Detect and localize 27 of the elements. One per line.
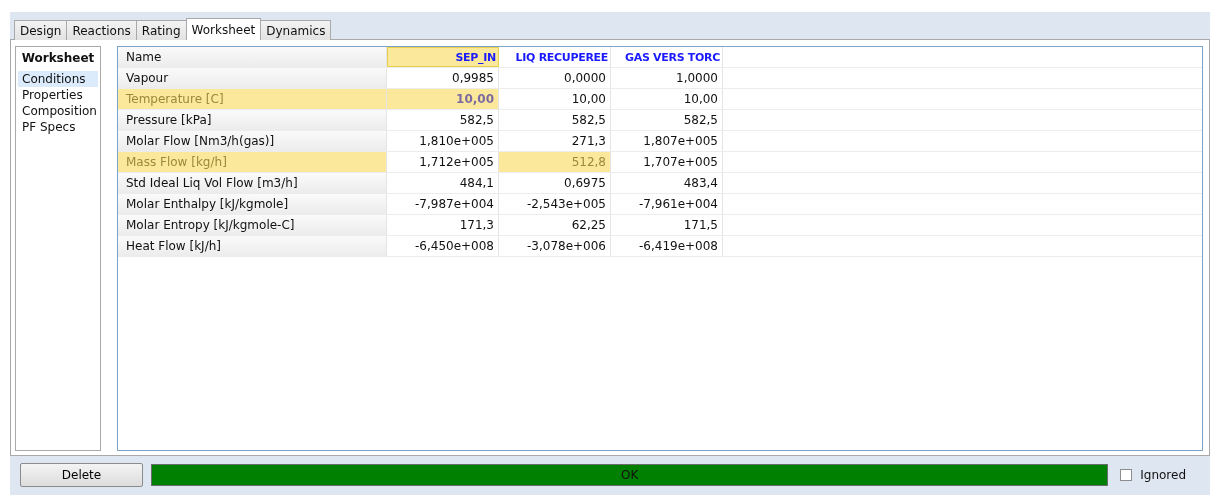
row-label: Molar Entropy [kJ/kgmole-C] <box>118 215 387 235</box>
row-label: Mass Flow [kg/h] <box>118 152 387 172</box>
checkbox-label: Ignored <box>1140 468 1186 482</box>
tab[interactable]: Rating <box>135 20 187 40</box>
sidebar-item[interactable]: Conditions <box>18 71 98 87</box>
table-cell: 10,00 <box>387 89 499 109</box>
column-header[interactable]: SEP_IN <box>387 47 499 67</box>
row-label: Pressure [kPa] <box>118 110 387 130</box>
tab[interactable]: Dynamics <box>260 20 332 40</box>
column-header: Name <box>118 47 387 67</box>
sidebar-title: Worksheet <box>20 50 96 67</box>
row-label: Molar Flow [Nm3/h(gas)] <box>118 131 387 151</box>
tab[interactable]: Reactions <box>66 20 137 40</box>
delete-button[interactable]: Delete <box>20 463 143 487</box>
status-bar: OK <box>151 464 1109 486</box>
row-label: Temperature [C] <box>118 89 387 109</box>
table-cell: 512,8 <box>499 152 611 172</box>
sidebar-item[interactable]: PF Specs <box>18 119 98 135</box>
tab[interactable]: Worksheet <box>185 18 262 40</box>
row-label: Molar Enthalpy [kJ/kgmole] <box>118 194 387 214</box>
tab[interactable]: Design <box>14 20 68 40</box>
ignored-checkbox[interactable] <box>1120 469 1133 481</box>
row-label: Heat Flow [kJ/h] <box>118 236 387 256</box>
sidebar-item[interactable]: Properties <box>18 87 98 103</box>
sidebar-item[interactable]: Composition <box>18 103 98 119</box>
row-label: Std Ideal Liq Vol Flow [m3/h] <box>118 173 387 193</box>
row-label: Vapour <box>118 68 387 88</box>
